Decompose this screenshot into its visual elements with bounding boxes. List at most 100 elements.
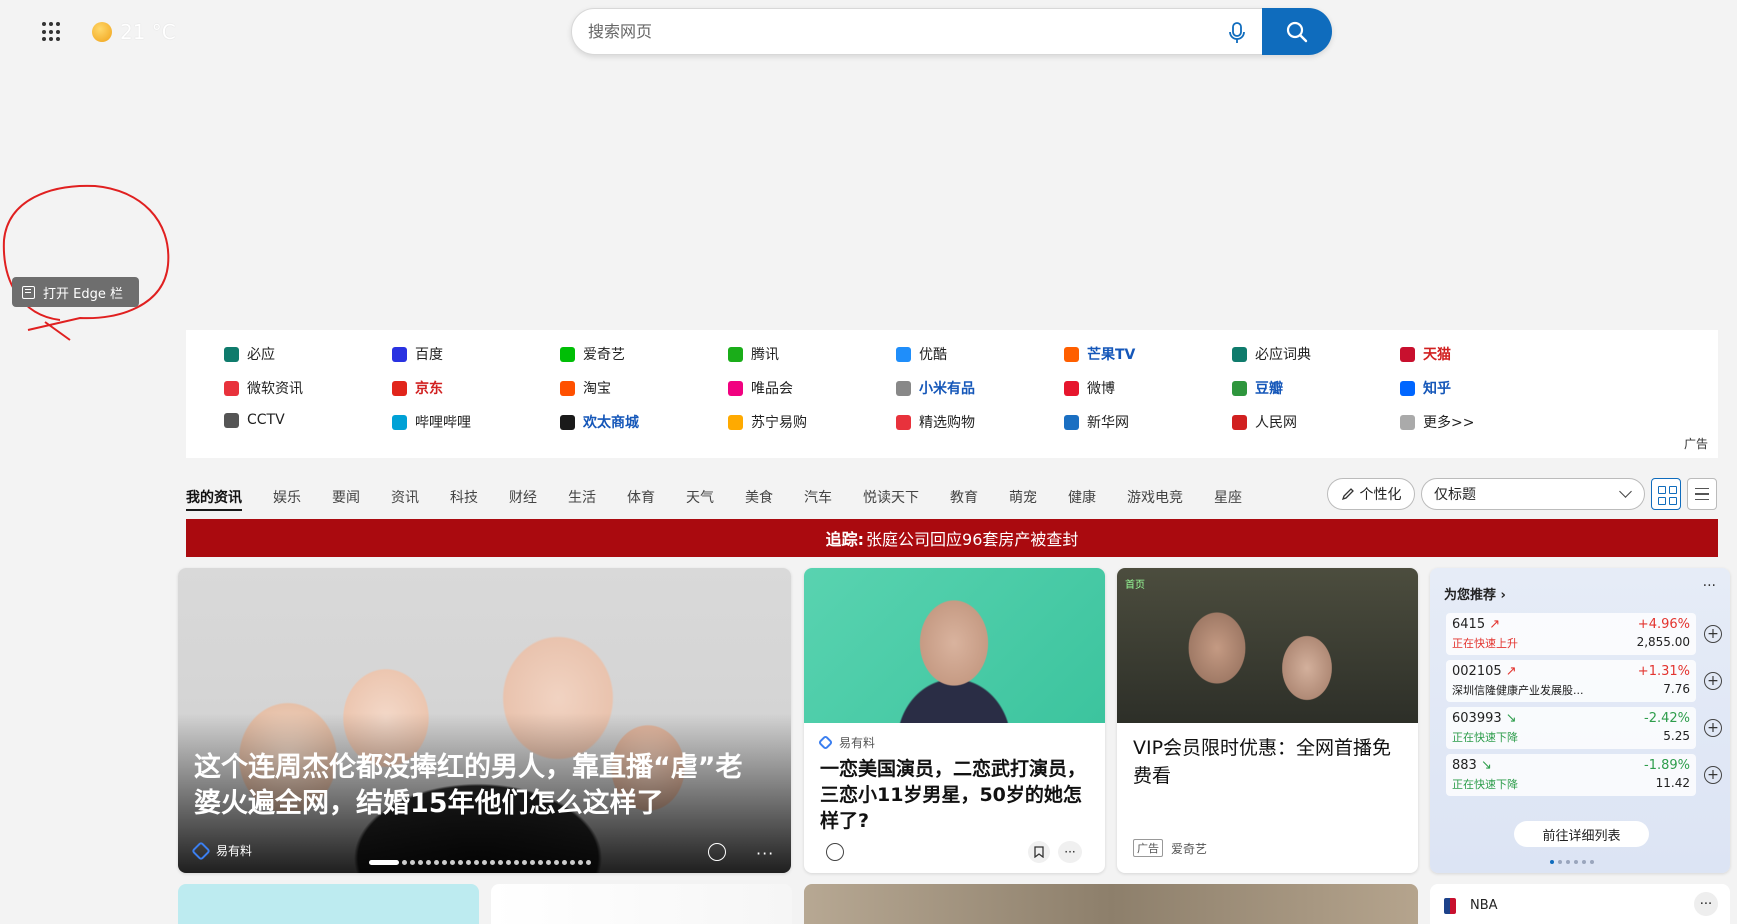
open-edge-bar-button[interactable]: 打开 Edge 栏	[12, 277, 139, 307]
quick-link-label: 淘宝	[583, 381, 611, 397]
quick-link[interactable]: 京东	[392, 378, 443, 398]
view-mode-select[interactable]: 仅标题	[1421, 478, 1645, 510]
tmall-icon	[1400, 346, 1415, 362]
stock-change: +1.31%	[1637, 664, 1690, 679]
tab-item[interactable]: 体育	[627, 487, 655, 507]
tab-item[interactable]: 教育	[950, 487, 978, 507]
more-icon[interactable]: ···	[756, 844, 774, 863]
carousel-dots[interactable]	[369, 860, 591, 865]
tab-item[interactable]: 美食	[745, 487, 773, 507]
tab-item[interactable]: 天气	[686, 487, 714, 507]
hero-source-label: 易有料	[216, 844, 253, 858]
weather-widget[interactable]: 21 °C	[92, 20, 176, 44]
tab-item[interactable]: 财经	[509, 487, 537, 507]
quick-link[interactable]: 优酷	[896, 344, 947, 364]
grid-view-button[interactable]	[1651, 478, 1681, 510]
add-stock-icon[interactable]: +	[1704, 625, 1722, 643]
detail-list-button[interactable]: 前往详细列表	[1514, 821, 1649, 847]
reaction-icon[interactable]	[708, 843, 726, 861]
stock-desc: 正在快速下降	[1452, 731, 1518, 744]
reaction-icon[interactable]	[826, 843, 844, 861]
news-title: 一恋美国演员，二恋武打演员，三恋小11岁男星，50岁的她怎样了?	[820, 758, 1087, 832]
tab-item[interactable]: 萌宠	[1009, 487, 1037, 507]
quick-link[interactable]: 哔哩哔哩	[392, 412, 471, 432]
shopping-icon	[896, 414, 911, 430]
quick-link[interactable]: 必应词典	[1232, 344, 1311, 364]
quick-link[interactable]: 微博	[1064, 378, 1115, 398]
quick-link[interactable]: 爱奇艺	[560, 344, 625, 364]
tab-item[interactable]: 健康	[1068, 487, 1096, 507]
personalize-label: 个性化	[1359, 487, 1402, 503]
stock-header[interactable]: 为您推荐 ›	[1444, 584, 1506, 603]
list-view-button[interactable]	[1687, 478, 1717, 510]
tab-item[interactable]: 娱乐	[273, 487, 301, 507]
stock-recommendations-card: 为您推荐 › ··· 6415 ↗ 正在快速上升 +4.96% 2,855.00 +00…	[1430, 568, 1730, 873]
jd-icon	[392, 380, 407, 396]
quick-link[interactable]: 豆瓣	[1232, 378, 1283, 398]
tab-item[interactable]: 星座	[1214, 487, 1242, 507]
tab-item[interactable]: 游戏电竞	[1127, 487, 1183, 507]
breaking-news-banner[interactable]: 追踪: 张庭公司回应96套房产被查封	[186, 519, 1718, 557]
add-stock-icon[interactable]: +	[1704, 672, 1722, 690]
add-stock-icon[interactable]: +	[1704, 719, 1722, 737]
quick-link[interactable]: 人民网	[1232, 412, 1297, 432]
tab-item[interactable]: 悦读天下	[863, 487, 919, 507]
quick-link[interactable]: 苏宁易购	[728, 412, 807, 432]
quick-link[interactable]: 新华网	[1064, 412, 1129, 432]
tab-item[interactable]: 资讯	[391, 487, 419, 507]
quick-link-label: 必应	[247, 347, 275, 363]
banner-text: 张庭公司回应96套房产被查封	[866, 530, 1079, 549]
quick-link[interactable]: 天猫	[1400, 344, 1451, 364]
tencent-icon	[728, 346, 743, 362]
apps-grid-icon[interactable]	[42, 22, 62, 42]
quick-link[interactable]: 欢太商城	[560, 412, 639, 432]
mangotv-icon	[1064, 346, 1079, 362]
hero-news-card[interactable]: 这个连周杰伦都没捧红的男人，靠直播“虐”老婆火遍全网，结婚15年他们怎么这样了 …	[178, 568, 791, 873]
quick-link-label: 必应词典	[1255, 347, 1311, 363]
quick-link[interactable]: 淘宝	[560, 378, 611, 398]
quick-link[interactable]: 小米有品	[896, 378, 975, 398]
tab-item[interactable]: 汽车	[804, 487, 832, 507]
more-icon[interactable]: ···	[1058, 841, 1082, 863]
card-pager[interactable]	[1550, 860, 1594, 864]
search-button[interactable]	[1262, 8, 1332, 55]
stock-price: 2,855.00	[1636, 635, 1690, 649]
stock-row[interactable]: 6415 ↗ 正在快速上升 +4.96% 2,855.00	[1446, 613, 1696, 655]
bookmark-icon[interactable]	[1028, 841, 1050, 863]
quick-link[interactable]: 精选购物	[896, 412, 975, 432]
quick-link[interactable]: 腾讯	[728, 344, 779, 364]
tab-item[interactable]: 生活	[568, 487, 596, 507]
ad-card[interactable]: 首页 VIP会员限时优惠：全网首播免费看 广告 爱奇艺	[1117, 568, 1418, 873]
quick-link[interactable]: CCTV	[224, 412, 285, 428]
quick-link[interactable]: 唯品会	[728, 378, 793, 398]
stock-row[interactable]: 603993 ↘ 正在快速下降 -2.42% 5.25	[1446, 707, 1696, 749]
tab-item[interactable]: 我的资讯	[186, 487, 242, 511]
microphone-icon[interactable]	[1226, 21, 1248, 45]
news-card[interactable]	[804, 884, 1418, 924]
xiaomi-youpin-icon	[896, 380, 911, 396]
personalize-button[interactable]: 个性化	[1327, 478, 1415, 510]
source-logo-icon	[191, 840, 211, 861]
news-card[interactable]	[491, 884, 792, 924]
quick-link[interactable]: 必应	[224, 344, 275, 364]
more-icon[interactable]: ···	[1703, 578, 1716, 594]
quick-link[interactable]: 知乎	[1400, 378, 1451, 398]
search-input[interactable]	[586, 9, 1226, 54]
news-card[interactable]	[178, 884, 479, 924]
quick-link-label: 人民网	[1255, 415, 1297, 431]
tab-item[interactable]: 科技	[450, 487, 478, 507]
news-tabs: 我的资讯 娱乐 要闻 资讯 科技 财经 生活 体育 天气 美食 汽车 悦读天下 教育 萌宠 健康 游戏电竞 星座	[186, 484, 1273, 511]
stock-row[interactable]: 883 ↘ 正在快速下降 -1.89% 11.42	[1446, 754, 1696, 796]
quick-link[interactable]: 更多>>	[1400, 412, 1474, 432]
quick-link[interactable]: 微软资讯	[224, 378, 303, 398]
nba-card[interactable]: NBA ···	[1430, 884, 1730, 924]
stock-row[interactable]: 002105 ↗ 深圳信隆健康产业发展股... +1.31% 7.76	[1446, 660, 1696, 702]
baidu-icon	[392, 346, 407, 362]
add-stock-icon[interactable]: +	[1704, 766, 1722, 784]
nba-logo-icon	[1444, 898, 1456, 914]
tab-item[interactable]: 要闻	[332, 487, 360, 507]
quick-link[interactable]: 芒果TV	[1064, 344, 1135, 364]
quick-link[interactable]: 百度	[392, 344, 443, 364]
more-icon[interactable]: ···	[1694, 892, 1718, 916]
news-card[interactable]: 易有料 一恋美国演员，二恋武打演员，三恋小11岁男星，50岁的她怎样了? ···	[804, 568, 1105, 873]
